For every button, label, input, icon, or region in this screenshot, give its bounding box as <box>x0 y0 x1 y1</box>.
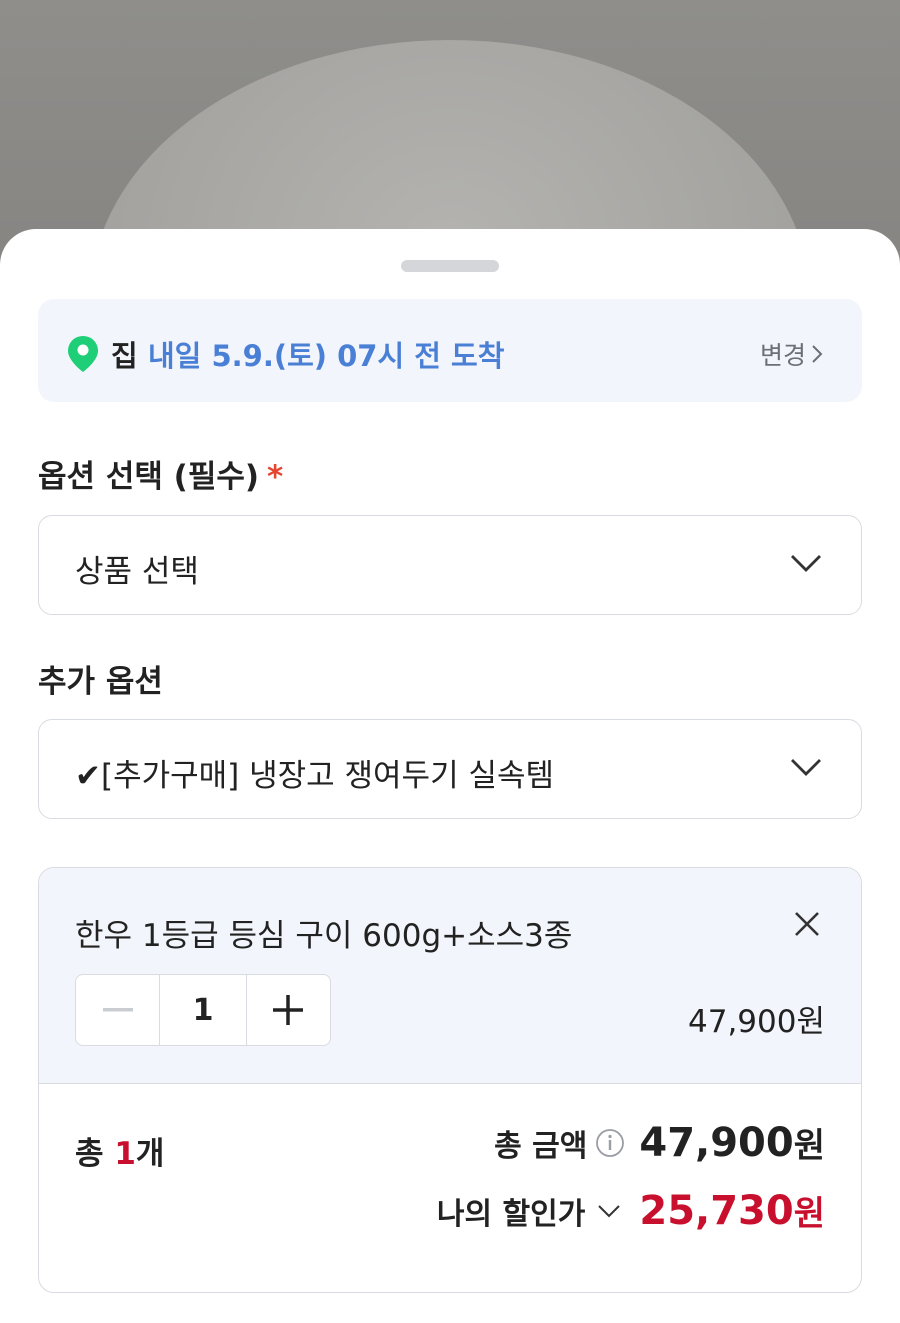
total-amount-unit: 원 <box>793 1126 825 1166</box>
option-section-label: 옵션 선택 (필수) * <box>38 451 283 496</box>
total-amount-label: 총 금액 <box>494 1128 588 1164</box>
delivery-place: 집 <box>111 339 138 373</box>
total-amount-row: 총 금액 47,900 원 <box>494 1118 825 1167</box>
plus-icon <box>273 995 304 1025</box>
option-label-text: 옵션 선택 (필수) <box>38 459 260 495</box>
location-pin-icon <box>68 336 98 372</box>
total-count-value: 1 <box>114 1136 136 1172</box>
chevron-down-icon <box>791 759 821 776</box>
minus-icon <box>102 1008 133 1012</box>
addon-select-dropdown[interactable]: ✔[추가구매] 냉장고 쟁여두기 실속템 <box>38 719 862 819</box>
sheet-drag-handle[interactable] <box>401 260 499 272</box>
total-count-suffix: 개 <box>135 1136 165 1172</box>
quantity-decrease-button[interactable] <box>76 975 161 1045</box>
discount-price-label: 나의 할인가 <box>436 1196 586 1232</box>
quantity-increase-button[interactable] <box>247 975 330 1045</box>
discount-price-unit: 원 <box>793 1194 825 1234</box>
quantity-stepper: 1 <box>75 974 331 1046</box>
total-count-prefix: 총 <box>75 1136 104 1172</box>
delivery-change-button[interactable]: 변경 <box>760 336 824 372</box>
delivery-info-card: 집 내일 5.9.(토) 07시 전 도착 변경 <box>38 299 862 402</box>
delivery-change-label: 변경 <box>759 341 806 370</box>
selected-item-card: 한우 1등급 등심 구이 600g+소스3종 1 47,900원 총 1개 총 … <box>38 867 862 1293</box>
required-mark: * <box>267 459 284 495</box>
discount-price-row[interactable]: 나의 할인가 25,730 원 <box>437 1186 825 1235</box>
total-amount-value: 47,900 <box>639 1119 794 1166</box>
discount-price-value: 25,730 <box>639 1187 794 1234</box>
selected-item-row: 한우 1등급 등심 구이 600g+소스3종 1 47,900원 <box>39 868 861 1084</box>
item-price: 47,900원 <box>688 1004 825 1040</box>
delivery-eta: 내일 5.9.(토) 07시 전 도착 <box>148 339 505 373</box>
chevron-down-icon <box>598 1204 621 1217</box>
total-count: 총 1개 <box>75 1128 164 1173</box>
quantity-value[interactable]: 1 <box>160 975 247 1045</box>
info-icon[interactable] <box>595 1128 625 1158</box>
option-bottom-sheet: 집 내일 5.9.(토) 07시 전 도착 변경 옵션 선택 (필수) * 상품 … <box>0 229 900 1323</box>
chevron-down-icon <box>791 555 821 572</box>
remove-item-close-icon[interactable] <box>793 910 821 938</box>
option-selected-value: 상품 선택 <box>75 554 199 590</box>
addon-section-label: 추가 옵션 <box>38 664 163 700</box>
addon-selected-value: ✔[추가구매] 냉장고 쟁여두기 실속템 <box>75 758 555 794</box>
chevron-right-icon <box>812 345 823 363</box>
item-name: 한우 1등급 등심 구이 600g+소스3종 <box>75 918 573 954</box>
option-select-dropdown[interactable]: 상품 선택 <box>38 515 862 615</box>
